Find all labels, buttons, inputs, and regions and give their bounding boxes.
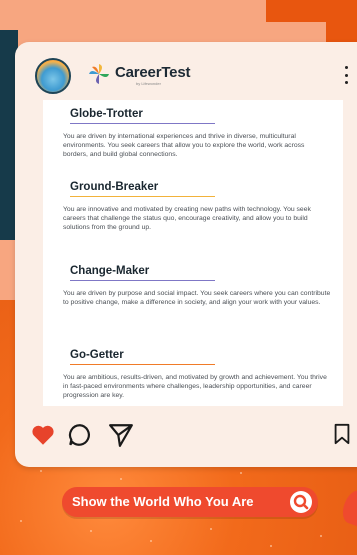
section-title: Change-Maker <box>70 265 150 277</box>
section-title: Globe-Trotter <box>70 108 143 120</box>
post-image: Globe-Trotter You are driven by internat… <box>43 100 343 406</box>
section-body: You are driven by international experien… <box>63 133 305 159</box>
section-body: You are ambitious, results-driven, and m… <box>63 374 327 400</box>
section-ground-breaker: Ground-Breaker You are innovative and mo… <box>43 181 343 233</box>
search-icon <box>290 491 312 513</box>
section-divider <box>70 123 215 124</box>
heart-icon[interactable] <box>30 422 56 448</box>
send-icon[interactable] <box>108 422 134 448</box>
brand-subtitle: by Lifewonder <box>136 81 161 86</box>
post-header: CareerTest by Lifewonder <box>15 42 357 104</box>
section-divider <box>70 196 215 197</box>
brand-name: CareerTest <box>115 64 191 81</box>
section-body: You are innovative and motivated by crea… <box>63 206 311 232</box>
cta-label: Show the World Who You Are <box>72 494 254 509</box>
section-title: Ground-Breaker <box>70 181 159 193</box>
avatar[interactable] <box>35 58 71 94</box>
comment-icon[interactable] <box>67 422 93 448</box>
section-title: Go-Getter <box>70 349 124 361</box>
cta-button[interactable]: Show the World Who You Are <box>62 487 318 517</box>
pinwheel-logo-icon <box>89 64 109 84</box>
post-actions <box>15 422 357 452</box>
background-block <box>266 0 326 22</box>
section-change-maker: Change-Maker You are driven by purpose a… <box>43 265 343 307</box>
section-divider <box>70 280 215 281</box>
section-go-getter: Go-Getter You are ambitious, results-dri… <box>43 349 343 401</box>
section-globe-trotter: Globe-Trotter You are driven by internat… <box>43 108 343 160</box>
section-divider <box>70 364 215 365</box>
section-body: You are driven by purpose and social imp… <box>63 290 331 307</box>
bookmark-icon[interactable] <box>331 422 353 446</box>
more-vertical-icon[interactable] <box>343 66 349 84</box>
